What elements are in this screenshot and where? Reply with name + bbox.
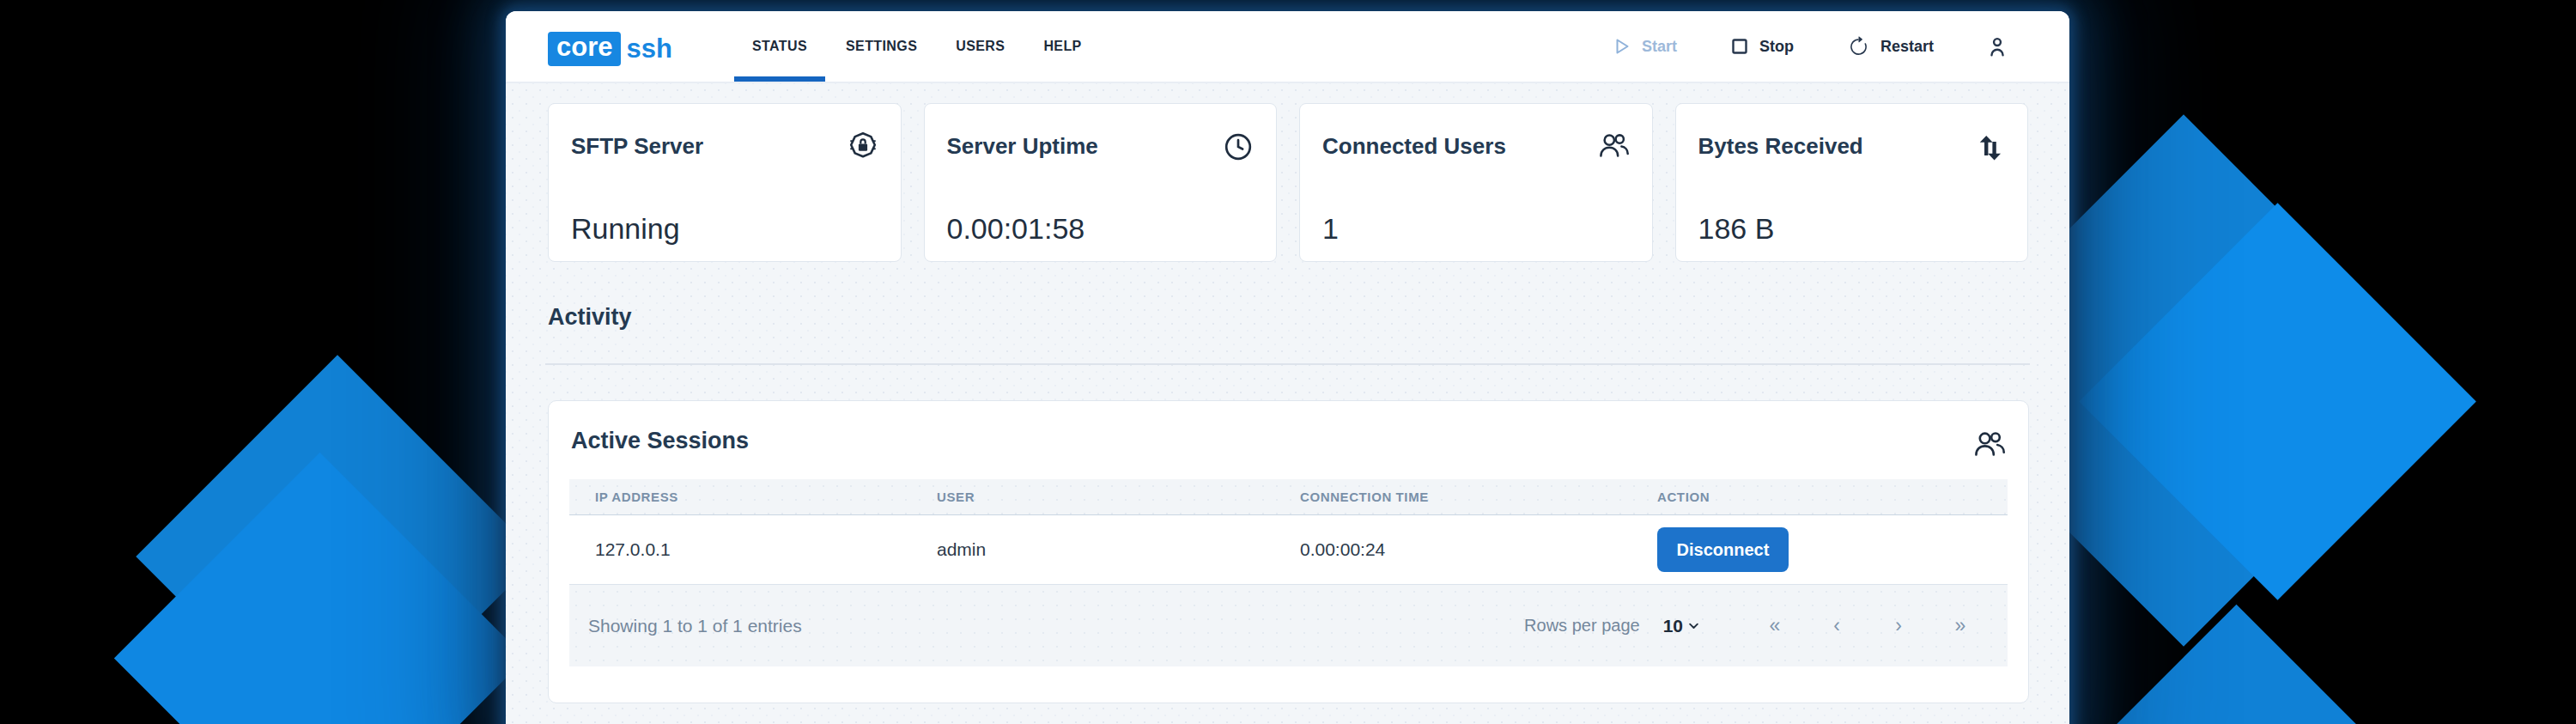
clock-icon (1223, 131, 1254, 162)
tab-status[interactable]: STATUS (734, 11, 825, 82)
app-window: core ssh STATUS SETTINGS USERS HELP Star… (506, 11, 2069, 724)
footer-controls: Rows per page 10 « ‹ › » (1524, 614, 2008, 637)
tab-help[interactable]: HELP (1025, 11, 1099, 82)
status-page: SFTP Server Running Server Uptime 0.00:0… (506, 83, 2069, 724)
brand-logo[interactable]: core ssh (548, 32, 672, 66)
col-header-ip: IP ADDRESS (569, 490, 911, 504)
stat-value: 186 B (1698, 212, 1775, 246)
col-header-time: CONNECTION TIME (1274, 490, 1631, 504)
sessions-table: IP ADDRESS USER CONNECTION TIME ACTION 1… (569, 479, 2008, 666)
page-first-button[interactable]: « (1768, 614, 1782, 637)
stat-cards: SFTP Server Running Server Uptime 0.00:0… (548, 103, 2028, 262)
users-icon (1598, 131, 1630, 158)
server-actions: Start Stop Restart (1613, 11, 2007, 82)
entries-summary: Showing 1 to 1 of 1 entries (569, 616, 802, 636)
user-menu-button[interactable] (1988, 36, 2007, 57)
tab-settings[interactable]: SETTINGS (828, 11, 935, 82)
chevron-down-icon (1687, 619, 1700, 632)
active-sessions-card: Active Sessions IP ADDRESS USER CONNECTI… (548, 400, 2029, 703)
users-icon (1973, 429, 2006, 457)
stop-button[interactable]: Stop (1731, 38, 1794, 56)
cell-time: 0.00:00:24 (1274, 539, 1631, 560)
col-header-user: USER (911, 490, 1274, 504)
transfer-arrows-icon (1972, 131, 2005, 166)
stat-card-sftp-server: SFTP Server Running (548, 103, 902, 262)
stat-title: Server Uptime (947, 133, 1098, 160)
rows-per-page-select[interactable]: 10 (1663, 616, 1700, 636)
cell-ip: 127.0.0.1 (569, 539, 911, 560)
pagination: « ‹ › » (1768, 614, 1967, 637)
restart-button[interactable]: Restart (1848, 36, 1934, 58)
col-header-action: ACTION (1631, 490, 2008, 504)
table-row: 127.0.0.1 admin 0.00:00:24 Disconnect (569, 515, 2008, 585)
sessions-title: Active Sessions (571, 428, 749, 454)
background-diamond-right-bottom (2039, 605, 2434, 724)
section-divider (545, 363, 2030, 365)
stat-value: Running (571, 212, 680, 246)
stat-title: Bytes Received (1698, 133, 1863, 160)
stat-card-bytes-received: Bytes Received 186 B (1675, 103, 2029, 262)
app-header: core ssh STATUS SETTINGS USERS HELP Star… (506, 11, 2069, 83)
cell-user: admin (911, 539, 1274, 560)
stat-card-connected-users: Connected Users 1 (1299, 103, 1653, 262)
activity-heading: Activity (548, 304, 632, 331)
logo-ssh-text: ssh (626, 33, 671, 64)
stat-title: SFTP Server (571, 133, 703, 160)
stop-icon (1731, 38, 1748, 55)
page-last-button[interactable]: » (1953, 614, 1967, 637)
security-shield-icon (848, 131, 878, 160)
stat-value: 0.00:01:58 (947, 212, 1085, 246)
stat-card-uptime: Server Uptime 0.00:01:58 (924, 103, 1278, 262)
main-nav: STATUS SETTINGS USERS HELP (734, 11, 1103, 82)
tab-users[interactable]: USERS (938, 11, 1023, 82)
page-prev-button[interactable]: ‹ (1830, 614, 1844, 637)
disconnect-button[interactable]: Disconnect (1657, 527, 1789, 572)
table-footer: Showing 1 to 1 of 1 entries Rows per pag… (569, 585, 2008, 666)
start-button[interactable]: Start (1613, 37, 1677, 56)
rows-per-page-label: Rows per page (1524, 616, 1640, 636)
person-icon (1988, 36, 2007, 57)
logo-core-badge: core (548, 32, 621, 66)
play-icon (1613, 37, 1631, 56)
stat-title: Connected Users (1322, 133, 1506, 160)
table-header-row: IP ADDRESS USER CONNECTION TIME ACTION (569, 479, 2008, 515)
restart-icon (1848, 36, 1869, 58)
stat-value: 1 (1322, 212, 1339, 246)
page-next-button[interactable]: › (1892, 614, 1905, 637)
